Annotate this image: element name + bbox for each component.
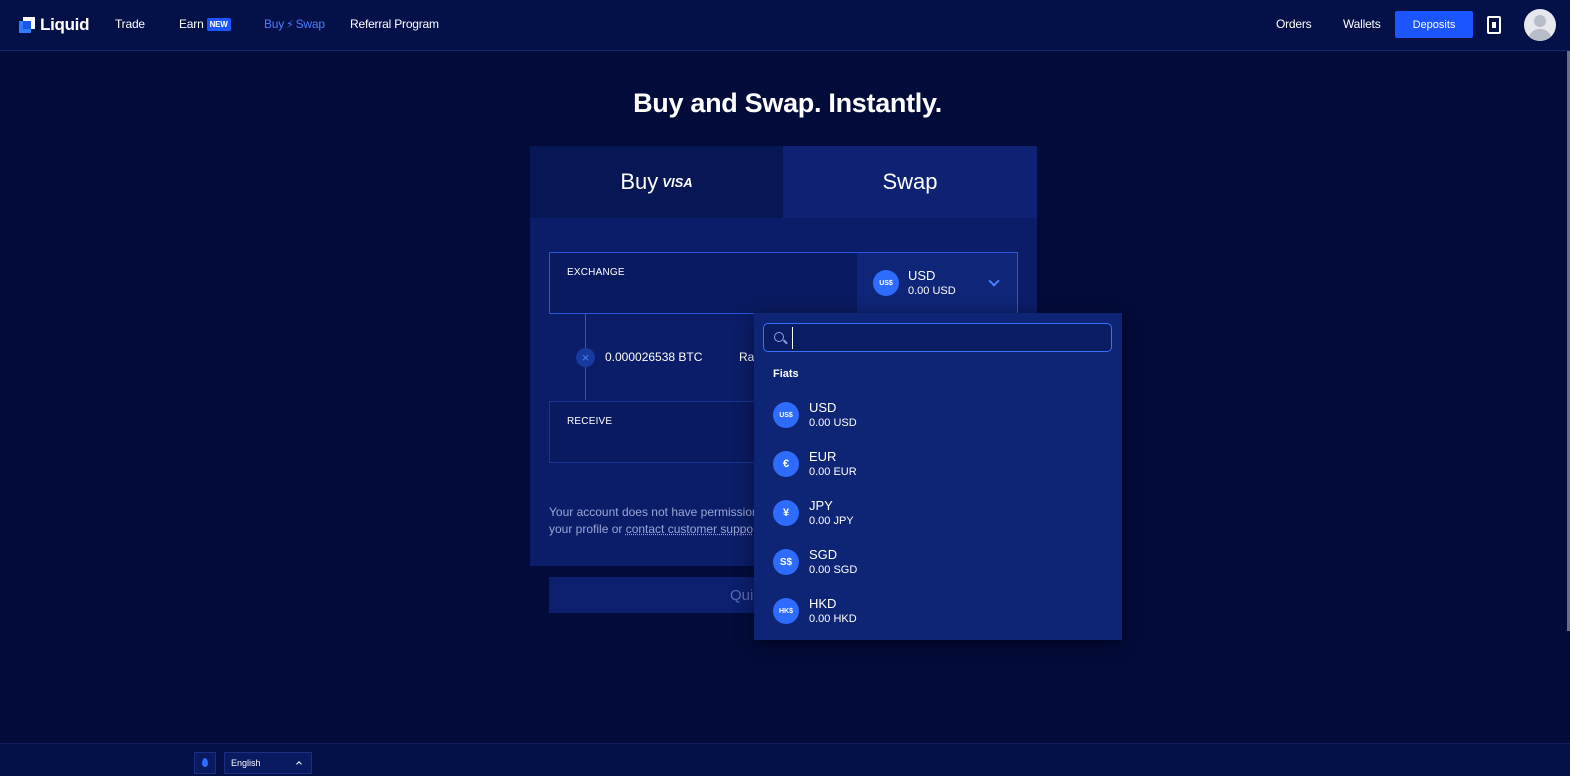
language-label: English	[231, 758, 261, 768]
currency-balance: 0.00 HKD	[809, 613, 857, 625]
nav-buy-swap[interactable]: Buy ⚡︎ Swap	[264, 17, 325, 31]
nav-buy-label: Buy	[264, 17, 285, 31]
nav-earn[interactable]: Earn NEW	[179, 17, 231, 31]
lightning-bolt-icon: ⚡︎	[286, 19, 294, 31]
exchange-rate-value: 0.000026538 BTC	[605, 350, 703, 364]
nav-earn-label: Earn	[179, 17, 204, 31]
liquid-logo-icon	[19, 17, 35, 33]
permission-notice: Your account does not have permission yo…	[549, 504, 779, 538]
fiat-list: US$ USD 0.00 USD € EUR 0.00 EUR ¥ JPY 0.…	[773, 399, 1103, 644]
deposits-button[interactable]: Deposits	[1395, 11, 1473, 38]
sgd-currency-icon: S$	[773, 549, 799, 575]
hkd-currency-icon: HK$	[773, 598, 799, 624]
multiply-icon: ×	[576, 348, 595, 367]
currency-code: EUR	[809, 449, 837, 464]
footer: English	[0, 743, 1570, 776]
new-badge: NEW	[206, 18, 231, 31]
avatar[interactable]	[1524, 9, 1556, 41]
tab-swap-label: Swap	[882, 169, 938, 194]
list-item[interactable]: HK$ HKD 0.00 HKD	[773, 595, 1103, 644]
visa-logo: VISA	[662, 174, 693, 190]
currency-search[interactable]	[763, 323, 1112, 352]
jpy-currency-icon: ¥	[773, 500, 799, 526]
exchange-label: EXCHANGE	[567, 267, 625, 278]
currency-balance: 0.00 USD	[809, 417, 857, 429]
usd-currency-icon: US$	[773, 402, 799, 428]
exchange-field[interactable]: EXCHANGE US$ USD 0.00 USD	[549, 252, 1018, 314]
chevron-up-icon	[296, 761, 302, 767]
notice-line-1: Your account does not have permission	[549, 505, 759, 519]
search-input[interactable]	[792, 327, 1102, 349]
logo[interactable]: Liquid	[19, 15, 89, 35]
currency-code: USD	[908, 268, 936, 283]
eur-currency-icon: €	[773, 451, 799, 477]
search-icon	[774, 332, 784, 342]
language-select[interactable]: English	[224, 752, 312, 774]
list-item[interactable]: € EUR 0.00 EUR	[773, 448, 1103, 497]
receive-label: RECEIVE	[567, 416, 613, 427]
rate-label: Ra	[739, 350, 755, 364]
list-item[interactable]: ¥ JPY 0.00 JPY	[773, 497, 1103, 546]
list-item[interactable]: S$ SGD 0.00 SGD	[773, 546, 1103, 595]
list-item[interactable]: US$ USD 0.00 USD	[773, 399, 1103, 448]
currency-dropdown: Fiats US$ USD 0.00 USD € EUR 0.00 EUR ¥ …	[754, 313, 1122, 640]
nav-referral-program[interactable]: Referral Program	[350, 17, 439, 31]
nav-orders[interactable]: Orders	[1276, 17, 1312, 31]
tab-swap[interactable]: Swap	[783, 146, 1037, 218]
currency-balance: 0.00 USD	[908, 285, 956, 297]
currency-code: SGD	[809, 547, 838, 562]
liquid-drop-icon[interactable]	[194, 752, 216, 774]
exchange-currency-select[interactable]: US$ USD 0.00 USD	[857, 253, 1017, 313]
contact-support-link[interactable]: contact customer suppo	[626, 522, 753, 536]
tab-buy[interactable]: Buy VISA	[530, 146, 783, 218]
currency-balance: 0.00 EUR	[809, 466, 857, 478]
nav-wallets[interactable]: Wallets	[1343, 17, 1381, 31]
section-label-fiats: Fiats	[773, 368, 799, 380]
currency-balance: 0.00 SGD	[809, 564, 858, 576]
mobile-app-icon[interactable]	[1487, 16, 1501, 34]
currency-balance: 0.00 JPY	[809, 515, 854, 527]
nav-swap-label: Swap	[295, 17, 325, 31]
currency-code: HKD	[809, 596, 837, 611]
top-nav: Liquid Trade Earn NEW Buy ⚡︎ Swap Referral …	[0, 0, 1570, 51]
tab-buy-label: Buy	[620, 169, 659, 194]
currency-code: USD	[809, 400, 837, 415]
usd-currency-icon: US$	[873, 270, 899, 296]
notice-line-2: your profile or	[549, 522, 626, 536]
chevron-down-icon	[988, 275, 1000, 287]
page-title: Buy and Swap. Instantly.	[633, 88, 942, 118]
currency-code: JPY	[809, 498, 833, 513]
nav-trade[interactable]: Trade	[115, 17, 145, 31]
logo-text: Liquid	[40, 15, 90, 34]
